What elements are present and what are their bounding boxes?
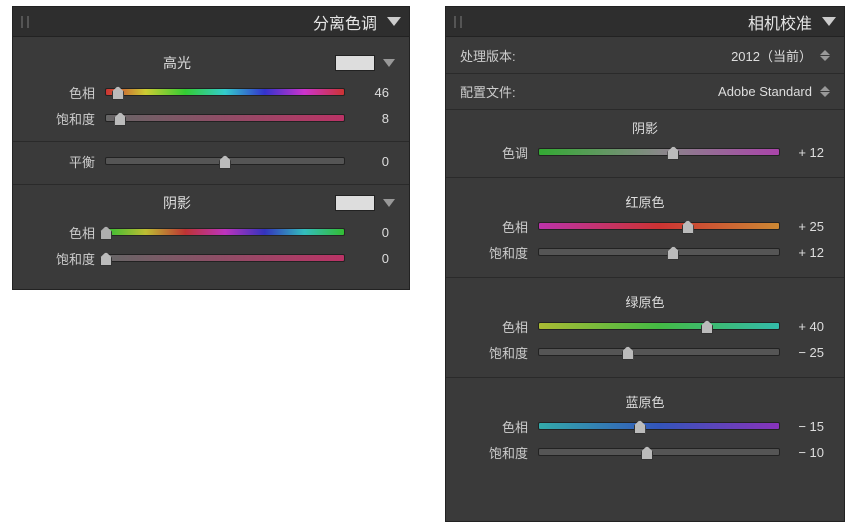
shadows-sat-slider[interactable] [105,254,345,262]
profile-label: 配置文件: [460,82,570,101]
blue-hue-row: 色相 − 15 [460,413,830,439]
highlights-title: 高光 [27,53,327,73]
shadows-sat-row: 饱和度 0 [27,245,395,271]
slider-label: 色相 [27,223,95,242]
panel-header[interactable]: 分离色调 [13,7,409,37]
stepper-icon[interactable] [820,50,830,61]
shadows-title: 阴影 [27,193,327,213]
profile-row: 配置文件: Adobe Standard [446,73,844,109]
shadows-swatch[interactable] [335,195,375,211]
shadows-group: 阴影 色调 + 12 [446,109,844,173]
slider-handle[interactable] [114,112,126,126]
red-primary-group: 红原色 色相 + 25 饱和度 + 12 [446,177,844,273]
balance-slider[interactable] [105,157,345,165]
red-title: 红原色 [460,186,830,213]
highlights-hue-slider[interactable] [105,88,345,96]
slider-value[interactable]: − 15 [790,419,830,434]
highlights-section: 高光 色相 46 饱和度 8 [13,45,409,141]
slider-label: 色相 [460,317,528,336]
shadows-hue-slider[interactable] [105,228,345,236]
slider-handle[interactable] [682,220,694,234]
blue-hue-slider[interactable] [538,422,780,430]
slider-value[interactable]: 0 [355,251,395,266]
blue-sat-row: 饱和度 − 10 [460,439,830,465]
grip-icon [454,16,462,28]
balance-row: 平衡 0 [27,148,395,174]
slider-handle[interactable] [100,226,112,240]
slider-label: 色相 [460,417,528,436]
panel-title: 分离色调 [313,10,377,34]
highlights-sat-row: 饱和度 8 [27,105,395,131]
red-hue-row: 色相 + 25 [460,213,830,239]
slider-value[interactable]: 46 [355,85,395,100]
slider-handle[interactable] [112,86,124,100]
process-version-label: 处理版本: [460,46,570,65]
slider-label: 饱和度 [27,109,95,128]
split-toning-panel: 分离色调 高光 色相 46 饱和度 8 [12,6,410,290]
slider-label: 色调 [460,143,528,162]
shadows-tint-slider[interactable] [538,148,780,156]
slider-handle[interactable] [667,246,679,260]
shadows-section: 阴影 色相 0 饱和度 0 [13,184,409,281]
slider-handle[interactable] [634,420,646,434]
blue-primary-group: 蓝原色 色相 − 15 饱和度 − 10 [446,377,844,473]
shadows-tint-row: 色调 + 12 [460,139,830,165]
highlights-swatch[interactable] [335,55,375,71]
profile-value[interactable]: Adobe Standard [718,84,812,99]
process-version-row: 处理版本: 2012（当前） [446,37,844,73]
chevron-down-icon[interactable] [383,199,395,207]
red-sat-slider[interactable] [538,248,780,256]
green-title: 绿原色 [460,286,830,313]
slider-handle[interactable] [100,252,112,266]
slider-label: 饱和度 [460,443,528,462]
collapse-icon[interactable] [822,17,836,26]
blue-sat-slider[interactable] [538,448,780,456]
shadows-hue-row: 色相 0 [27,219,395,245]
red-hue-slider[interactable] [538,222,780,230]
chevron-down-icon[interactable] [383,59,395,67]
slider-label: 色相 [27,83,95,102]
slider-value[interactable]: + 12 [790,145,830,160]
slider-value[interactable]: − 10 [790,445,830,460]
green-sat-slider[interactable] [538,348,780,356]
slider-value[interactable]: + 12 [790,245,830,260]
slider-label: 色相 [460,217,528,236]
blue-title: 蓝原色 [460,386,830,413]
green-primary-group: 绿原色 色相 + 40 饱和度 − 25 [446,277,844,373]
process-version-value[interactable]: 2012（当前） [731,46,812,65]
camera-calibration-panel: 相机校准 处理版本: 2012（当前） 配置文件: Adobe Standard… [445,6,845,522]
green-sat-row: 饱和度 − 25 [460,339,830,365]
panel-title: 相机校准 [748,10,812,34]
slider-value[interactable]: 0 [355,154,395,169]
slider-handle[interactable] [641,446,653,460]
panel-body: 高光 色相 46 饱和度 8 平衡 [13,37,409,289]
slider-value[interactable]: − 25 [790,345,830,360]
slider-value[interactable]: + 40 [790,319,830,334]
shadows-title: 阴影 [460,112,830,139]
highlights-sat-slider[interactable] [105,114,345,122]
collapse-icon[interactable] [387,17,401,26]
green-hue-slider[interactable] [538,322,780,330]
slider-handle[interactable] [622,346,634,360]
slider-label: 饱和度 [27,249,95,268]
slider-label: 饱和度 [460,243,528,262]
slider-value[interactable]: 0 [355,225,395,240]
balance-section: 平衡 0 [13,141,409,184]
slider-handle[interactable] [219,155,231,169]
red-sat-row: 饱和度 + 12 [460,239,830,265]
slider-value[interactable]: 8 [355,111,395,126]
highlights-hue-row: 色相 46 [27,79,395,105]
slider-handle[interactable] [701,320,713,334]
slider-label: 饱和度 [460,343,528,362]
green-hue-row: 色相 + 40 [460,313,830,339]
panel-header[interactable]: 相机校准 [446,7,844,37]
slider-label: 平衡 [27,152,95,171]
stepper-icon[interactable] [820,86,830,97]
slider-value[interactable]: + 25 [790,219,830,234]
grip-icon [21,16,29,28]
slider-handle[interactable] [667,146,679,160]
